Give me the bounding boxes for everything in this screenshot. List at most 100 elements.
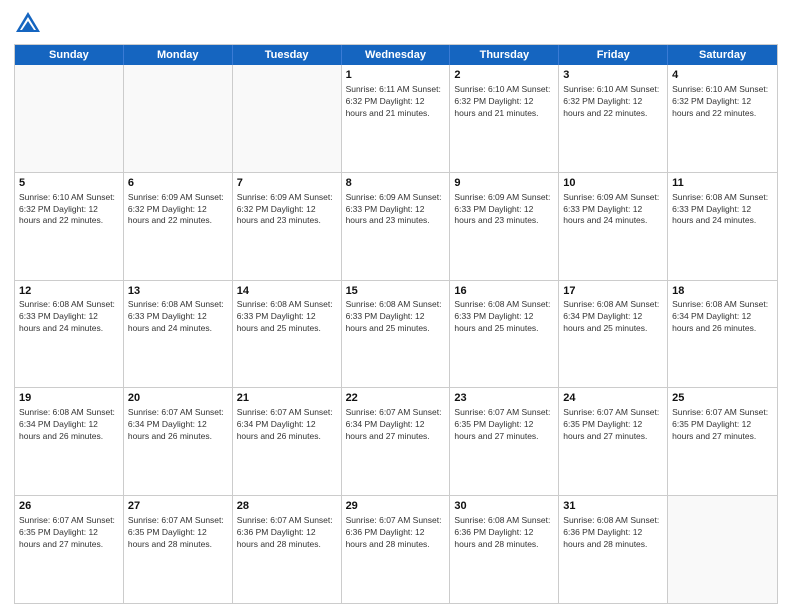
day-info: Sunrise: 6:08 AM Sunset: 6:33 PM Dayligh… xyxy=(346,299,446,335)
day-number: 3 xyxy=(563,68,663,83)
day-info: Sunrise: 6:10 AM Sunset: 6:32 PM Dayligh… xyxy=(672,84,773,120)
weekday-header: Tuesday xyxy=(233,45,342,65)
day-info: Sunrise: 6:08 AM Sunset: 6:36 PM Dayligh… xyxy=(563,515,663,551)
weekday-header: Sunday xyxy=(15,45,124,65)
day-info: Sunrise: 6:09 AM Sunset: 6:33 PM Dayligh… xyxy=(563,192,663,228)
logo xyxy=(14,10,46,38)
weekday-header: Friday xyxy=(559,45,668,65)
day-info: Sunrise: 6:09 AM Sunset: 6:32 PM Dayligh… xyxy=(128,192,228,228)
day-number: 7 xyxy=(237,176,337,191)
day-info: Sunrise: 6:08 AM Sunset: 6:33 PM Dayligh… xyxy=(19,299,119,335)
day-cell: 17Sunrise: 6:08 AM Sunset: 6:34 PM Dayli… xyxy=(559,281,668,388)
weekday-header: Thursday xyxy=(450,45,559,65)
day-cell: 6Sunrise: 6:09 AM Sunset: 6:32 PM Daylig… xyxy=(124,173,233,280)
day-cell: 15Sunrise: 6:08 AM Sunset: 6:33 PM Dayli… xyxy=(342,281,451,388)
weekday-header: Saturday xyxy=(668,45,777,65)
day-cell: 31Sunrise: 6:08 AM Sunset: 6:36 PM Dayli… xyxy=(559,496,668,603)
day-number: 2 xyxy=(454,68,554,83)
calendar-header: SundayMondayTuesdayWednesdayThursdayFrid… xyxy=(15,45,777,65)
day-info: Sunrise: 6:07 AM Sunset: 6:34 PM Dayligh… xyxy=(237,407,337,443)
day-info: Sunrise: 6:07 AM Sunset: 6:35 PM Dayligh… xyxy=(128,515,228,551)
day-cell: 23Sunrise: 6:07 AM Sunset: 6:35 PM Dayli… xyxy=(450,388,559,495)
day-number: 28 xyxy=(237,499,337,514)
day-info: Sunrise: 6:09 AM Sunset: 6:32 PM Dayligh… xyxy=(237,192,337,228)
day-number: 5 xyxy=(19,176,119,191)
day-cell: 22Sunrise: 6:07 AM Sunset: 6:34 PM Dayli… xyxy=(342,388,451,495)
day-info: Sunrise: 6:08 AM Sunset: 6:33 PM Dayligh… xyxy=(672,192,773,228)
day-cell: 29Sunrise: 6:07 AM Sunset: 6:36 PM Dayli… xyxy=(342,496,451,603)
day-cell: 9Sunrise: 6:09 AM Sunset: 6:33 PM Daylig… xyxy=(450,173,559,280)
day-number: 19 xyxy=(19,391,119,406)
day-cell: 4Sunrise: 6:10 AM Sunset: 6:32 PM Daylig… xyxy=(668,65,777,172)
day-info: Sunrise: 6:07 AM Sunset: 6:34 PM Dayligh… xyxy=(128,407,228,443)
day-number: 11 xyxy=(672,176,773,191)
day-number: 1 xyxy=(346,68,446,83)
day-cell: 18Sunrise: 6:08 AM Sunset: 6:34 PM Dayli… xyxy=(668,281,777,388)
calendar: SundayMondayTuesdayWednesdayThursdayFrid… xyxy=(14,44,778,604)
day-info: Sunrise: 6:11 AM Sunset: 6:32 PM Dayligh… xyxy=(346,84,446,120)
day-number: 17 xyxy=(563,284,663,299)
day-number: 31 xyxy=(563,499,663,514)
calendar-body: 1Sunrise: 6:11 AM Sunset: 6:32 PM Daylig… xyxy=(15,65,777,603)
day-info: Sunrise: 6:10 AM Sunset: 6:32 PM Dayligh… xyxy=(454,84,554,120)
day-number: 6 xyxy=(128,176,228,191)
day-info: Sunrise: 6:08 AM Sunset: 6:33 PM Dayligh… xyxy=(128,299,228,335)
calendar-week-row: 1Sunrise: 6:11 AM Sunset: 6:32 PM Daylig… xyxy=(15,65,777,173)
logo-icon xyxy=(14,10,42,38)
calendar-week-row: 26Sunrise: 6:07 AM Sunset: 6:35 PM Dayli… xyxy=(15,496,777,603)
day-number: 21 xyxy=(237,391,337,406)
day-cell: 8Sunrise: 6:09 AM Sunset: 6:33 PM Daylig… xyxy=(342,173,451,280)
day-cell: 1Sunrise: 6:11 AM Sunset: 6:32 PM Daylig… xyxy=(342,65,451,172)
day-info: Sunrise: 6:08 AM Sunset: 6:34 PM Dayligh… xyxy=(672,299,773,335)
empty-cell xyxy=(668,496,777,603)
day-info: Sunrise: 6:07 AM Sunset: 6:35 PM Dayligh… xyxy=(454,407,554,443)
empty-cell xyxy=(233,65,342,172)
day-cell: 12Sunrise: 6:08 AM Sunset: 6:33 PM Dayli… xyxy=(15,281,124,388)
day-number: 14 xyxy=(237,284,337,299)
day-number: 9 xyxy=(454,176,554,191)
day-cell: 26Sunrise: 6:07 AM Sunset: 6:35 PM Dayli… xyxy=(15,496,124,603)
calendar-week-row: 5Sunrise: 6:10 AM Sunset: 6:32 PM Daylig… xyxy=(15,173,777,281)
day-number: 4 xyxy=(672,68,773,83)
day-info: Sunrise: 6:10 AM Sunset: 6:32 PM Dayligh… xyxy=(19,192,119,228)
weekday-header: Wednesday xyxy=(342,45,451,65)
day-number: 27 xyxy=(128,499,228,514)
day-number: 18 xyxy=(672,284,773,299)
day-info: Sunrise: 6:09 AM Sunset: 6:33 PM Dayligh… xyxy=(346,192,446,228)
day-cell: 27Sunrise: 6:07 AM Sunset: 6:35 PM Dayli… xyxy=(124,496,233,603)
day-number: 20 xyxy=(128,391,228,406)
day-cell: 19Sunrise: 6:08 AM Sunset: 6:34 PM Dayli… xyxy=(15,388,124,495)
day-number: 12 xyxy=(19,284,119,299)
day-info: Sunrise: 6:08 AM Sunset: 6:33 PM Dayligh… xyxy=(237,299,337,335)
day-info: Sunrise: 6:09 AM Sunset: 6:33 PM Dayligh… xyxy=(454,192,554,228)
day-number: 16 xyxy=(454,284,554,299)
day-cell: 28Sunrise: 6:07 AM Sunset: 6:36 PM Dayli… xyxy=(233,496,342,603)
day-info: Sunrise: 6:07 AM Sunset: 6:36 PM Dayligh… xyxy=(346,515,446,551)
day-info: Sunrise: 6:10 AM Sunset: 6:32 PM Dayligh… xyxy=(563,84,663,120)
day-info: Sunrise: 6:08 AM Sunset: 6:36 PM Dayligh… xyxy=(454,515,554,551)
day-cell: 20Sunrise: 6:07 AM Sunset: 6:34 PM Dayli… xyxy=(124,388,233,495)
calendar-week-row: 19Sunrise: 6:08 AM Sunset: 6:34 PM Dayli… xyxy=(15,388,777,496)
day-info: Sunrise: 6:08 AM Sunset: 6:34 PM Dayligh… xyxy=(563,299,663,335)
day-cell: 10Sunrise: 6:09 AM Sunset: 6:33 PM Dayli… xyxy=(559,173,668,280)
day-info: Sunrise: 6:07 AM Sunset: 6:35 PM Dayligh… xyxy=(563,407,663,443)
day-info: Sunrise: 6:07 AM Sunset: 6:36 PM Dayligh… xyxy=(237,515,337,551)
day-cell: 21Sunrise: 6:07 AM Sunset: 6:34 PM Dayli… xyxy=(233,388,342,495)
empty-cell xyxy=(124,65,233,172)
calendar-week-row: 12Sunrise: 6:08 AM Sunset: 6:33 PM Dayli… xyxy=(15,281,777,389)
day-info: Sunrise: 6:08 AM Sunset: 6:33 PM Dayligh… xyxy=(454,299,554,335)
day-number: 22 xyxy=(346,391,446,406)
day-number: 23 xyxy=(454,391,554,406)
day-number: 30 xyxy=(454,499,554,514)
day-number: 29 xyxy=(346,499,446,514)
day-number: 26 xyxy=(19,499,119,514)
day-cell: 11Sunrise: 6:08 AM Sunset: 6:33 PM Dayli… xyxy=(668,173,777,280)
weekday-header: Monday xyxy=(124,45,233,65)
day-cell: 13Sunrise: 6:08 AM Sunset: 6:33 PM Dayli… xyxy=(124,281,233,388)
day-cell: 14Sunrise: 6:08 AM Sunset: 6:33 PM Dayli… xyxy=(233,281,342,388)
day-info: Sunrise: 6:08 AM Sunset: 6:34 PM Dayligh… xyxy=(19,407,119,443)
day-cell: 24Sunrise: 6:07 AM Sunset: 6:35 PM Dayli… xyxy=(559,388,668,495)
header xyxy=(14,10,778,38)
day-number: 25 xyxy=(672,391,773,406)
day-info: Sunrise: 6:07 AM Sunset: 6:35 PM Dayligh… xyxy=(19,515,119,551)
